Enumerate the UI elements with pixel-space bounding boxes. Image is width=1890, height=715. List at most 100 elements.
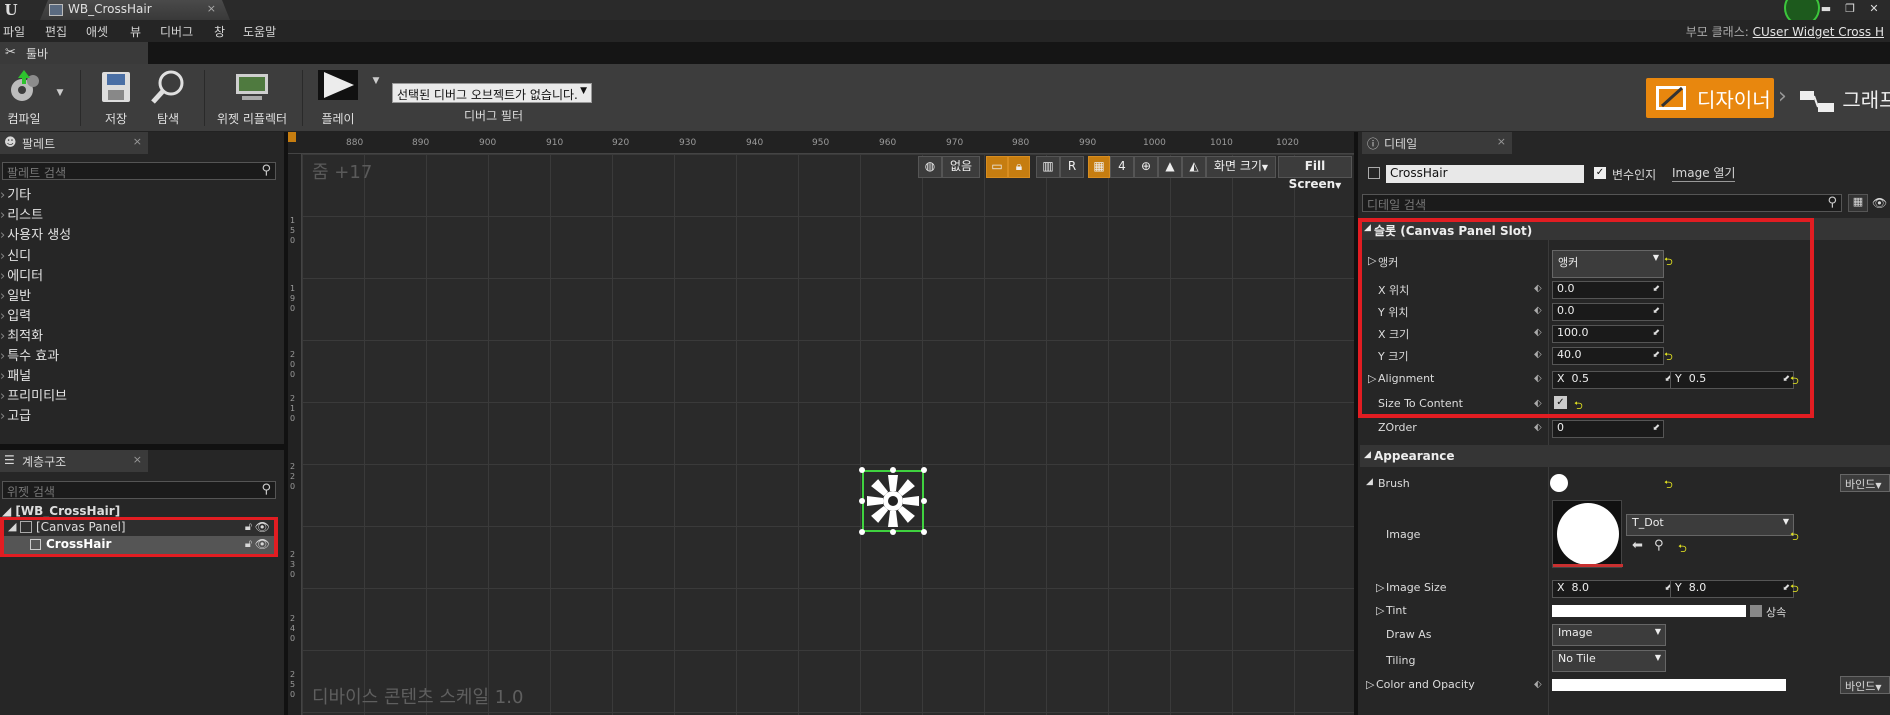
- resize-handle[interactable]: [921, 498, 927, 504]
- grid-snap-icon[interactable]: ▦: [1088, 156, 1110, 178]
- expand-arrow-icon[interactable]: ▷: [1376, 604, 1384, 617]
- visibility-eye-icon[interactable]: 👁︎: [255, 520, 270, 534]
- visibility-eye-icon[interactable]: 👁︎: [255, 537, 270, 551]
- expand-arrow-icon[interactable]: ▷: [1376, 581, 1384, 594]
- tab-close-icon[interactable]: ×: [207, 2, 216, 15]
- globe-icon[interactable]: ◍: [918, 156, 942, 178]
- resize-handle[interactable]: [890, 467, 896, 473]
- panel-splitter[interactable]: [0, 444, 284, 450]
- localization-preview-button[interactable]: 없음: [942, 156, 980, 178]
- bind-pin-icon[interactable]: ⬖: [1534, 679, 1542, 690]
- menu-file[interactable]: 파일: [3, 23, 25, 40]
- browse-button[interactable]: 탐색: [146, 68, 190, 127]
- save-button[interactable]: 저장: [96, 68, 136, 127]
- palette-item[interactable]: 최적화: [0, 325, 43, 344]
- use-selected-asset-icon[interactable]: ⬅: [1632, 538, 1643, 553]
- lock-icon[interactable]: 🔓︎: [245, 520, 252, 534]
- details-close-icon[interactable]: ×: [1497, 135, 1506, 148]
- play-options-chevron-icon[interactable]: ▼: [370, 76, 382, 86]
- hierarchy-root[interactable]: ◢ [WB_CrossHair]: [2, 504, 120, 518]
- lock-icon[interactable]: 🔓︎: [245, 537, 252, 551]
- palette-item[interactable]: 특수 효과: [0, 345, 59, 364]
- hierarchy-row-canvas-panel[interactable]: ◢ [Canvas Panel] 🔓︎ 👁︎: [4, 520, 274, 536]
- color-bind-button[interactable]: 바인드▼: [1840, 676, 1890, 694]
- resize-handle[interactable]: [859, 467, 865, 473]
- resize-handle[interactable]: [859, 498, 865, 504]
- design-canvas[interactable]: [302, 154, 1354, 715]
- reset-to-default-icon[interactable]: ⮌: [1664, 476, 1673, 495]
- document-tab[interactable]: WB_CrossHair ×: [40, 0, 230, 20]
- fill-screen-dropdown[interactable]: Fill Screen▼: [1278, 156, 1352, 191]
- palette-close-icon[interactable]: ×: [133, 135, 142, 148]
- compile-button[interactable]: 컴파일: [0, 68, 48, 127]
- menu-view[interactable]: 뷰: [130, 23, 141, 40]
- palette-item[interactable]: 에디터: [0, 265, 43, 284]
- menu-window[interactable]: 창: [214, 23, 225, 40]
- resize-handle[interactable]: [859, 529, 865, 535]
- menu-debug[interactable]: 디버그: [160, 23, 193, 40]
- tiling-dropdown[interactable]: No Tile: [1552, 650, 1666, 672]
- parent-class-link[interactable]: CUser Widget Cross H: [1753, 25, 1884, 39]
- palette-item[interactable]: 일반: [0, 285, 31, 304]
- expand-arrow-icon[interactable]: ▷: [1366, 678, 1374, 691]
- draw-as-dropdown[interactable]: Image: [1552, 624, 1666, 646]
- graph-mode-button[interactable]: 그래프: [1798, 84, 1890, 115]
- palette-item[interactable]: 입력: [0, 305, 31, 324]
- widget-name-input[interactable]: CrossHair: [1386, 165, 1584, 183]
- menu-help[interactable]: 도움말: [243, 23, 276, 40]
- transform-mode-icon[interactable]: ▭: [986, 156, 1008, 178]
- debug-object-select[interactable]: 선택된 디버그 오브젝트가 없습니다. ▼: [392, 83, 592, 103]
- widget-reflector-button[interactable]: 위젯 리플렉터: [212, 68, 292, 127]
- close-window-button[interactable]: ✕: [1866, 2, 1882, 16]
- palette-item[interactable]: 패널: [0, 365, 31, 384]
- image-asset-dropdown[interactable]: T_Dot: [1626, 514, 1794, 536]
- palette-item[interactable]: 고급: [0, 405, 31, 424]
- reset-to-default-icon[interactable]: ⮌: [1790, 580, 1799, 599]
- outline-toggle-icon[interactable]: ▥: [1036, 156, 1060, 178]
- play-button[interactable]: 플레이: [314, 68, 362, 127]
- details-search-input[interactable]: 디테일 검색 ⚲: [1362, 194, 1842, 212]
- bind-pin-icon[interactable]: ⬖: [1534, 422, 1542, 433]
- reset-to-default-icon[interactable]: ⮌: [1678, 540, 1687, 559]
- hierarchy-close-icon[interactable]: ×: [133, 453, 142, 466]
- is-variable-checkbox[interactable]: ✓: [1594, 167, 1606, 179]
- compile-options-chevron-icon[interactable]: ▼: [54, 88, 66, 98]
- palette-search-input[interactable]: 팔레트 검색 ⚲: [2, 162, 276, 180]
- panel-splitter[interactable]: [1354, 132, 1358, 715]
- palette-item[interactable]: 기타: [0, 184, 31, 203]
- respect-locks-button[interactable]: R: [1060, 156, 1084, 178]
- palette-item[interactable]: 프리미티브: [0, 385, 67, 404]
- appearance-category-header[interactable]: ◢ Appearance: [1360, 445, 1890, 467]
- reset-to-default-icon[interactable]: ⮌: [1790, 528, 1799, 547]
- inherit-checkbox[interactable]: [1750, 605, 1762, 617]
- image-preview-icon[interactable]: ▲: [1158, 156, 1182, 178]
- visibility-eye-icon[interactable]: 👁︎: [1872, 196, 1887, 210]
- hierarchy-tab[interactable]: ☰ 계층구조 ×: [0, 450, 148, 472]
- lock-toggle-icon[interactable]: 🔒︎: [1008, 156, 1030, 178]
- collapse-arrow-icon[interactable]: ◢: [1366, 477, 1373, 487]
- hierarchy-row-crosshair[interactable]: CrossHair 🔓︎ 👁︎: [4, 536, 274, 554]
- palette-item[interactable]: 신디: [0, 245, 31, 264]
- resize-handle[interactable]: [890, 529, 896, 535]
- brush-bind-button[interactable]: 바인드▼: [1840, 474, 1890, 492]
- crosshair-widget[interactable]: [859, 467, 927, 535]
- restore-button[interactable]: ❐: [1842, 2, 1858, 16]
- zorder-field[interactable]: 0: [1552, 420, 1664, 438]
- widget-search-input[interactable]: 위젯 검색 ⚲: [2, 481, 276, 499]
- palette-item[interactable]: 리스트: [0, 204, 43, 223]
- open-image-button[interactable]: Image 열기: [1672, 164, 1736, 182]
- image-size-x-field[interactable]: X 8.0: [1552, 580, 1676, 598]
- details-tab[interactable]: ⓘ 디테일 ×: [1362, 132, 1512, 154]
- image-size-y-field[interactable]: Y 8.0: [1670, 580, 1794, 598]
- anchor-icon[interactable]: ⊕: [1134, 156, 1158, 178]
- screen-size-dropdown[interactable]: 화면 크기▼: [1206, 156, 1276, 178]
- tint-color-swatch[interactable]: [1552, 605, 1746, 617]
- palette-item[interactable]: 사용자 생성: [0, 224, 71, 243]
- grid-snap-value[interactable]: 4: [1110, 156, 1134, 178]
- menu-asset[interactable]: 애셋: [86, 23, 108, 40]
- resize-handle[interactable]: [921, 529, 927, 535]
- flip-icon[interactable]: ◭: [1182, 156, 1206, 178]
- menu-edit[interactable]: 편집: [45, 23, 67, 40]
- color-opacity-swatch[interactable]: [1552, 679, 1786, 691]
- image-thumbnail[interactable]: [1552, 500, 1623, 568]
